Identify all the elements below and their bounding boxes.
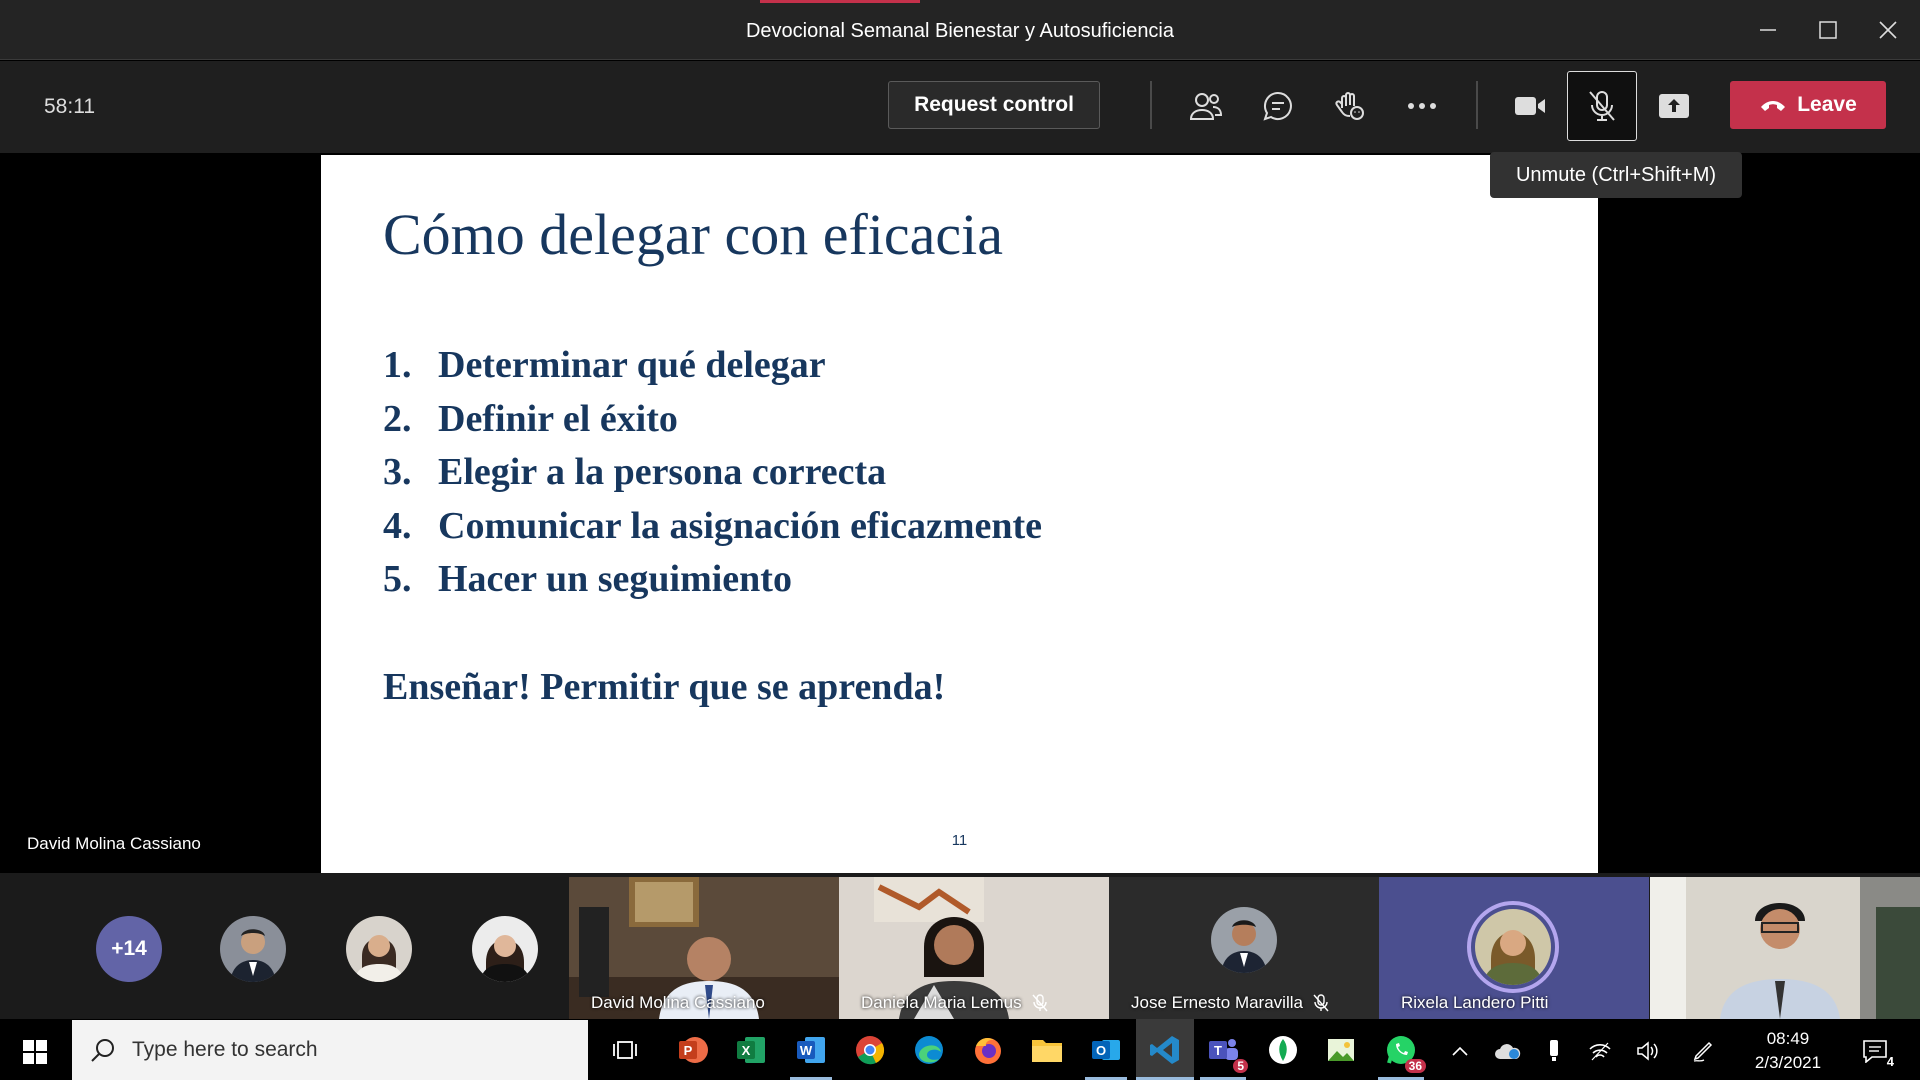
file-explorer-icon[interactable] [1028,1031,1066,1069]
meeting-controls-bar: 58:11 Request control Leave [0,61,1920,153]
teams-icon[interactable]: T 5 [1204,1031,1248,1073]
presenter-name: David Molina Cassiano [27,834,201,853]
participant-video-tile[interactable]: Jose Ernesto Maravilla [1109,877,1379,1019]
phone-hangup-icon [1761,101,1786,111]
unmute-tooltip: Unmute (Ctrl+Shift+M) [1490,152,1742,198]
leave-button[interactable]: Leave [1730,81,1886,129]
taskbar-clock[interactable]: 08:49 2/3/2021 [1740,1027,1836,1075]
notifications-count: 4 [1886,1054,1894,1069]
outlook-icon[interactable]: O [1087,1031,1125,1069]
window-title: Devocional Semanal Bienestar y Autosufic… [745,20,1175,42]
participant-video-tile[interactable]: Daniela Maria Lemus [839,877,1109,1019]
search-placeholder: Type here to search [132,1038,318,1061]
windows-taskbar: Type here to search P X W O T 5 36 08:49… [0,1019,1920,1080]
participant-name: Jose Ernesto Maravilla [1131,993,1329,1013]
windows-start-icon[interactable] [14,1031,56,1073]
participant-name: Rixela Landero Pitti [1401,993,1549,1012]
separator [1476,81,1478,129]
onedrive-icon[interactable] [1494,1037,1522,1065]
svg-text:O: O [1096,1043,1106,1058]
share-screen-icon[interactable] [1644,75,1704,137]
muted-icon [1032,994,1048,1012]
slide-closing-text: Enseñar! Permitir que se aprenda! [383,666,946,708]
participant-video-tile[interactable] [1650,877,1920,1019]
vscode-icon[interactable] [1146,1031,1184,1069]
unmute-button[interactable] [1567,71,1637,141]
slide-page-number: 11 [951,832,968,849]
list-item: 1. Determinar qué delegar [383,344,826,386]
whatsapp-icon[interactable]: 36 [1382,1031,1426,1073]
slide-title: Cómo delegar con eficacia [383,202,1003,267]
svg-text:W: W [800,1043,813,1058]
search-icon [91,1039,114,1062]
svg-text:X: X [742,1043,751,1058]
clock-time: 08:49 [1766,1029,1810,1048]
notifications-icon[interactable]: 4 [1856,1037,1896,1069]
participant-video-tile[interactable]: David Molina Cassiano [569,877,839,1019]
separator [1150,81,1152,129]
close-icon[interactable] [1870,12,1906,48]
minimize-icon[interactable] [1750,12,1786,48]
pen-device-icon[interactable] [1540,1037,1568,1065]
raise-hand-icon[interactable] [1320,75,1380,137]
chat-icon[interactable] [1248,75,1308,137]
participant-name: David Molina Cassiano [591,993,765,1012]
taskbar-search-box[interactable]: Type here to search [72,1020,588,1080]
teams-badge: 5 [1233,1059,1248,1073]
meeting-timer: 58:11 [44,95,95,118]
list-item: 2. Definir el éxito [383,397,678,440]
avatar[interactable] [472,916,538,982]
list-item: 5. Hacer un seguimiento [383,558,792,600]
volume-icon[interactable] [1634,1037,1662,1065]
svg-text:P: P [684,1043,693,1058]
maximize-icon[interactable] [1810,12,1846,48]
more-participants-button[interactable]: +14 [96,916,162,982]
avatar[interactable] [346,916,412,982]
leave-label: Leave [1797,93,1857,116]
excel-icon[interactable]: X [732,1031,770,1069]
avatar[interactable] [220,916,286,982]
clock-date: 2/3/2021 [1754,1053,1822,1072]
participants-icon[interactable] [1176,75,1236,137]
slide-list: 1. Determinar qué delegar 2. Definir el éx… [383,343,1042,611]
task-view-icon[interactable] [606,1031,644,1069]
title-accent [760,0,920,3]
participant-strip: +14 David Molina Cassiano Daniela Maria … [0,873,1920,1019]
wifi-icon[interactable] [1586,1037,1614,1065]
svg-text:T: T [1214,1043,1222,1058]
avatar [1475,909,1551,985]
presentation-slide: Cómo delegar con eficacia 1. Determinar q… [321,155,1598,873]
chevron-up-icon[interactable] [1446,1037,1474,1065]
participant-video-tile[interactable]: Rixela Landero Pitti [1379,877,1649,1019]
powerpoint-icon[interactable]: P [674,1031,712,1069]
edge-icon[interactable] [910,1031,948,1069]
avatar [1211,907,1277,973]
mongodb-icon[interactable] [1264,1031,1302,1069]
muted-icon [1313,994,1329,1012]
list-item: 4. Comunicar la asignación eficazmente [383,504,1043,547]
word-icon[interactable]: W [792,1031,830,1069]
microphone-off-icon [1589,91,1615,121]
request-control-button[interactable]: Request control [888,81,1100,129]
image-viewer-icon[interactable] [1322,1031,1360,1069]
participant-name: Daniela Maria Lemus [861,993,1048,1013]
firefox-icon[interactable] [969,1031,1007,1069]
list-item: 3. Elegir a la persona correcta [383,451,887,493]
camera-icon[interactable] [1500,75,1560,137]
pen-workspace-icon[interactable] [1690,1037,1718,1065]
chrome-icon[interactable] [851,1031,889,1069]
whatsapp-badge: 36 [1404,1059,1426,1073]
window-title-bar: Devocional Semanal Bienestar y Autosufic… [0,0,1920,60]
more-options-icon[interactable] [1392,75,1452,137]
